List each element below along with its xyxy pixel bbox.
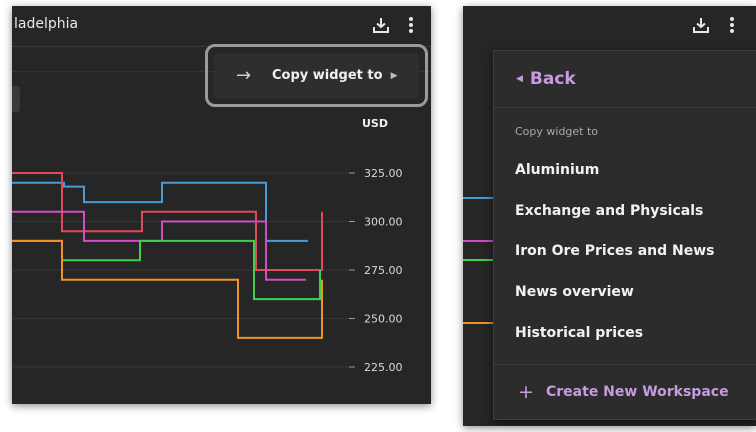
download-button[interactable] [688, 12, 714, 38]
menu-item-historical-prices[interactable]: Historical prices [515, 325, 643, 341]
kebab-menu-icon [409, 17, 413, 33]
menu-item-exchange-and-physicals[interactable]: Exchange and Physicals [515, 203, 703, 219]
caret-right-icon: ▶ [390, 70, 398, 81]
series-line [12, 239, 323, 339]
more-options-button[interactable] [398, 12, 424, 38]
selector-dropdown[interactable] [12, 86, 20, 112]
back-button[interactable]: ◀ Back [494, 51, 756, 108]
chart-widget: 325.00 300.00 275.00 250.00 225.00 USD ladelp… [12, 6, 431, 404]
plus-icon: + [518, 381, 534, 403]
back-label: Back [529, 69, 576, 89]
download-icon [373, 18, 389, 33]
y-tick-label: 300.00 [364, 216, 403, 229]
widget-header [463, 6, 756, 46]
create-new-workspace-label: Create New Workspace [546, 384, 729, 400]
y-tick-label: 275.00 [364, 264, 403, 277]
widget-header: ladelphia [12, 6, 431, 47]
y-tick-label: 250.00 [364, 313, 403, 326]
create-new-workspace-button[interactable]: + Create New Workspace [494, 365, 756, 419]
y-axis-unit-label: USD [362, 117, 388, 130]
copy-widget-label: Copy widget to [272, 68, 383, 83]
more-options-button[interactable] [719, 12, 745, 38]
arrow-right-icon: → [236, 65, 252, 86]
copy-widget-menu: ◀ Back Copy widget to Aluminium Exchange… [493, 50, 756, 420]
download-button[interactable] [368, 12, 394, 38]
copy-widget-to-menu-item[interactable]: → Copy widget to ▶ [214, 53, 419, 98]
copy-widget-panel: ◀ Back Copy widget to Aluminium Exchange… [463, 6, 756, 426]
widget-title: ladelphia [14, 16, 79, 32]
y-tick-label: 325.00 [364, 167, 403, 180]
menu-item-aluminium[interactable]: Aluminium [515, 162, 599, 178]
kebab-menu-icon [730, 17, 734, 33]
download-icon [693, 18, 709, 33]
menu-item-iron-ore-prices-and-news[interactable]: Iron Ore Prices and News [515, 243, 715, 259]
y-tick-label: 225.00 [364, 361, 403, 374]
menu-item-news-overview[interactable]: News overview [515, 284, 634, 300]
menu-section-heading: Copy widget to [515, 125, 599, 138]
copy-widget-highlight: → Copy widget to ▶ [205, 44, 428, 107]
caret-left-icon: ◀ [516, 74, 523, 84]
